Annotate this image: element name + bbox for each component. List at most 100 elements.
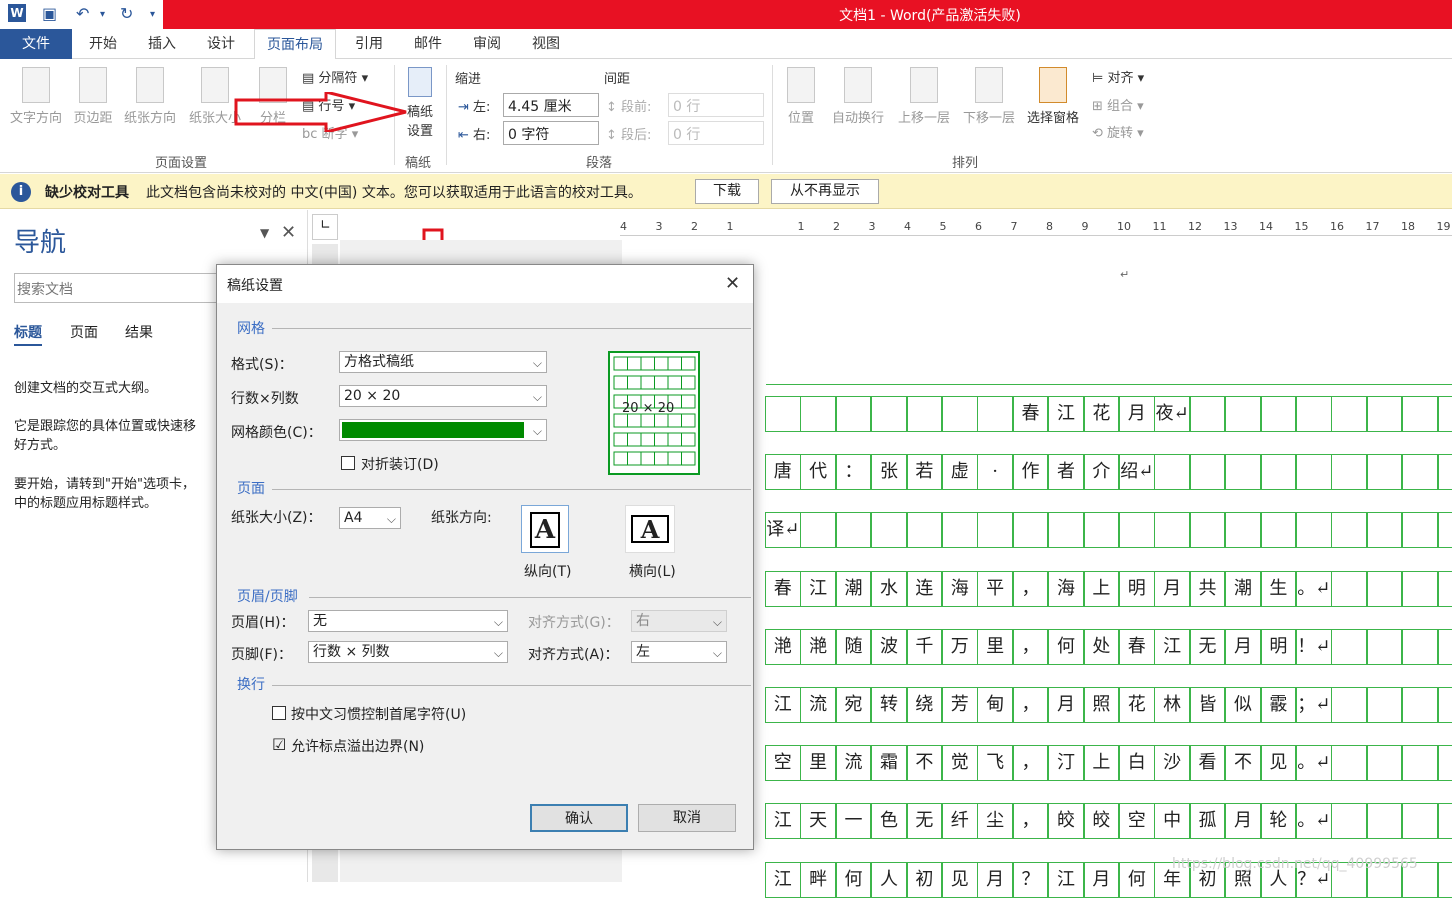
orientation-button[interactable]: 纸张方向 [119, 67, 181, 126]
grid-cell[interactable]: 天 [800, 803, 836, 840]
grid-cell[interactable]: 江 [765, 687, 801, 723]
grid-cell[interactable]: 潮 [1225, 570, 1261, 607]
grid-cell[interactable] [1225, 512, 1261, 549]
grid-cell[interactable]: 无 [906, 803, 943, 840]
grid-cell[interactable] [1402, 570, 1438, 607]
grid-cell[interactable]: 芳 [942, 687, 978, 723]
grid-cell[interactable] [1402, 745, 1438, 782]
grid-cell[interactable]: 月 [1119, 396, 1155, 432]
grid-cell[interactable] [1437, 745, 1452, 782]
grid-cell[interactable] [1296, 454, 1332, 491]
grid-cell[interactable]: 照 [1083, 687, 1120, 723]
grid-cell[interactable] [800, 512, 836, 549]
grid-cell[interactable]: 觉 [942, 745, 978, 782]
grid-cell[interactable]: 不 [1225, 745, 1261, 782]
tab-insert[interactable]: 插入 [148, 29, 176, 59]
grid-cell[interactable]: 滟 [765, 628, 801, 665]
grid-cell[interactable] [1119, 512, 1155, 549]
grid-cell[interactable]: 介 [1083, 454, 1120, 491]
grid-cell[interactable]: 。↵ [1296, 570, 1332, 607]
footer-align-select[interactable]: 左 ⌵ [631, 641, 727, 663]
grid-cell[interactable] [977, 512, 1013, 549]
grid-cell[interactable]: 江 [800, 570, 836, 607]
grid-cell[interactable] [1331, 512, 1367, 549]
grid-cell[interactable]: 轮 [1260, 803, 1297, 840]
grid-cell[interactable] [1437, 454, 1452, 491]
grid-cell[interactable] [1437, 803, 1452, 840]
grid-cell[interactable]: 看 [1189, 745, 1226, 782]
grid-cell[interactable]: 林 [1154, 687, 1190, 723]
grid-cell[interactable]: 不 [906, 745, 943, 782]
grid-cell[interactable]: 人 [871, 861, 907, 898]
grid-cell[interactable] [1260, 454, 1297, 491]
grid-cell[interactable]: 流 [800, 687, 836, 723]
grid-cell[interactable] [1437, 512, 1452, 549]
grid-cell[interactable]: 张 [871, 454, 907, 491]
grid-cell[interactable]: 平 [977, 570, 1013, 607]
grid-cell[interactable] [1154, 512, 1190, 549]
grid-cell[interactable] [800, 396, 836, 432]
grid-cell[interactable]: 甸 [977, 687, 1013, 723]
tab-review[interactable]: 审阅 [473, 29, 501, 59]
grid-cell[interactable] [1154, 454, 1190, 491]
grid-cell[interactable]: ， [1012, 745, 1049, 782]
grid-cell[interactable]: 宛 [835, 687, 872, 723]
grid-cell[interactable] [1189, 454, 1226, 491]
grid-cell[interactable] [1331, 570, 1367, 607]
indent-left-input[interactable]: 4.45 厘米 [503, 93, 599, 117]
header-align-select[interactable]: 右 ⌵ [631, 610, 727, 632]
group-button[interactable]: ⊞ 组合 ▾ [1092, 95, 1144, 114]
grid-cell[interactable]: 霜 [871, 745, 907, 782]
grid-cell[interactable] [1437, 396, 1452, 432]
save-icon[interactable]: ▣ [42, 4, 57, 23]
grid-cell[interactable]: ， [1012, 687, 1049, 723]
ok-button[interactable]: 确认 [530, 804, 628, 832]
grid-cell[interactable]: · [977, 454, 1013, 491]
grid-cell[interactable] [1366, 687, 1403, 723]
grid-cell[interactable]: 孤 [1189, 803, 1226, 840]
grid-cell[interactable]: 水 [871, 570, 907, 607]
grid-cell[interactable]: 若 [906, 454, 943, 491]
grid-cell[interactable]: 空 [1119, 803, 1155, 840]
grid-cell[interactable]: 中 [1154, 803, 1190, 840]
grid-cell[interactable]: 江 [1048, 396, 1084, 432]
grid-cell[interactable]: 见 [1260, 745, 1297, 782]
rows-cols-select[interactable]: 20 × 20 ⌵ [339, 385, 547, 407]
grid-cell[interactable]: 明 [1119, 570, 1155, 607]
grid-cell[interactable]: 汀 [1048, 745, 1084, 782]
grid-cell[interactable]: 绕 [906, 687, 943, 723]
nav-tab-pages[interactable]: 页面 [70, 322, 98, 342]
text-direction-button[interactable]: 文字方向 [5, 67, 67, 126]
grid-cell[interactable] [1225, 454, 1261, 491]
grid-cell[interactable]: 花 [1119, 687, 1155, 723]
grid-cell[interactable]: 里 [977, 628, 1013, 665]
grid-cell[interactable]: 纤 [942, 803, 978, 840]
grid-cell[interactable] [1366, 803, 1403, 840]
grid-cell[interactable] [835, 396, 872, 432]
grid-cell[interactable] [1366, 570, 1403, 607]
grid-cell[interactable] [1260, 512, 1297, 549]
grid-cell[interactable] [1331, 803, 1367, 840]
grid-cell[interactable]: 似 [1225, 687, 1261, 723]
control-first-last-checkbox[interactable] [272, 706, 286, 720]
spacing-before-input[interactable]: 0 行 [668, 93, 764, 117]
grid-cell[interactable] [1083, 512, 1120, 549]
grid-cell[interactable]: 初 [906, 861, 943, 898]
grid-cell[interactable] [1189, 512, 1226, 549]
grid-cell[interactable]: 色 [871, 803, 907, 840]
grid-cell[interactable] [765, 396, 801, 432]
grid-cell[interactable]: 月 [977, 861, 1013, 898]
grid-cell[interactable] [1331, 628, 1367, 665]
position-button[interactable]: 位置 [783, 67, 819, 126]
grid-cell[interactable]: ！↵ [1296, 628, 1332, 665]
grid-cell[interactable]: 转 [871, 687, 907, 723]
grid-cell[interactable]: 滟 [800, 628, 836, 665]
selection-pane-button[interactable]: 选择窗格 [1022, 67, 1084, 126]
grid-cell[interactable]: 霰 [1260, 687, 1297, 723]
tab-file[interactable]: 文件 [0, 29, 72, 59]
grid-cell[interactable] [1366, 454, 1403, 491]
grid-cell[interactable] [1402, 628, 1438, 665]
grid-cell[interactable] [1225, 396, 1261, 432]
grid-cell[interactable]: 月 [1225, 628, 1261, 665]
allow-punctuation-checkbox[interactable]: ☑ [272, 737, 286, 753]
